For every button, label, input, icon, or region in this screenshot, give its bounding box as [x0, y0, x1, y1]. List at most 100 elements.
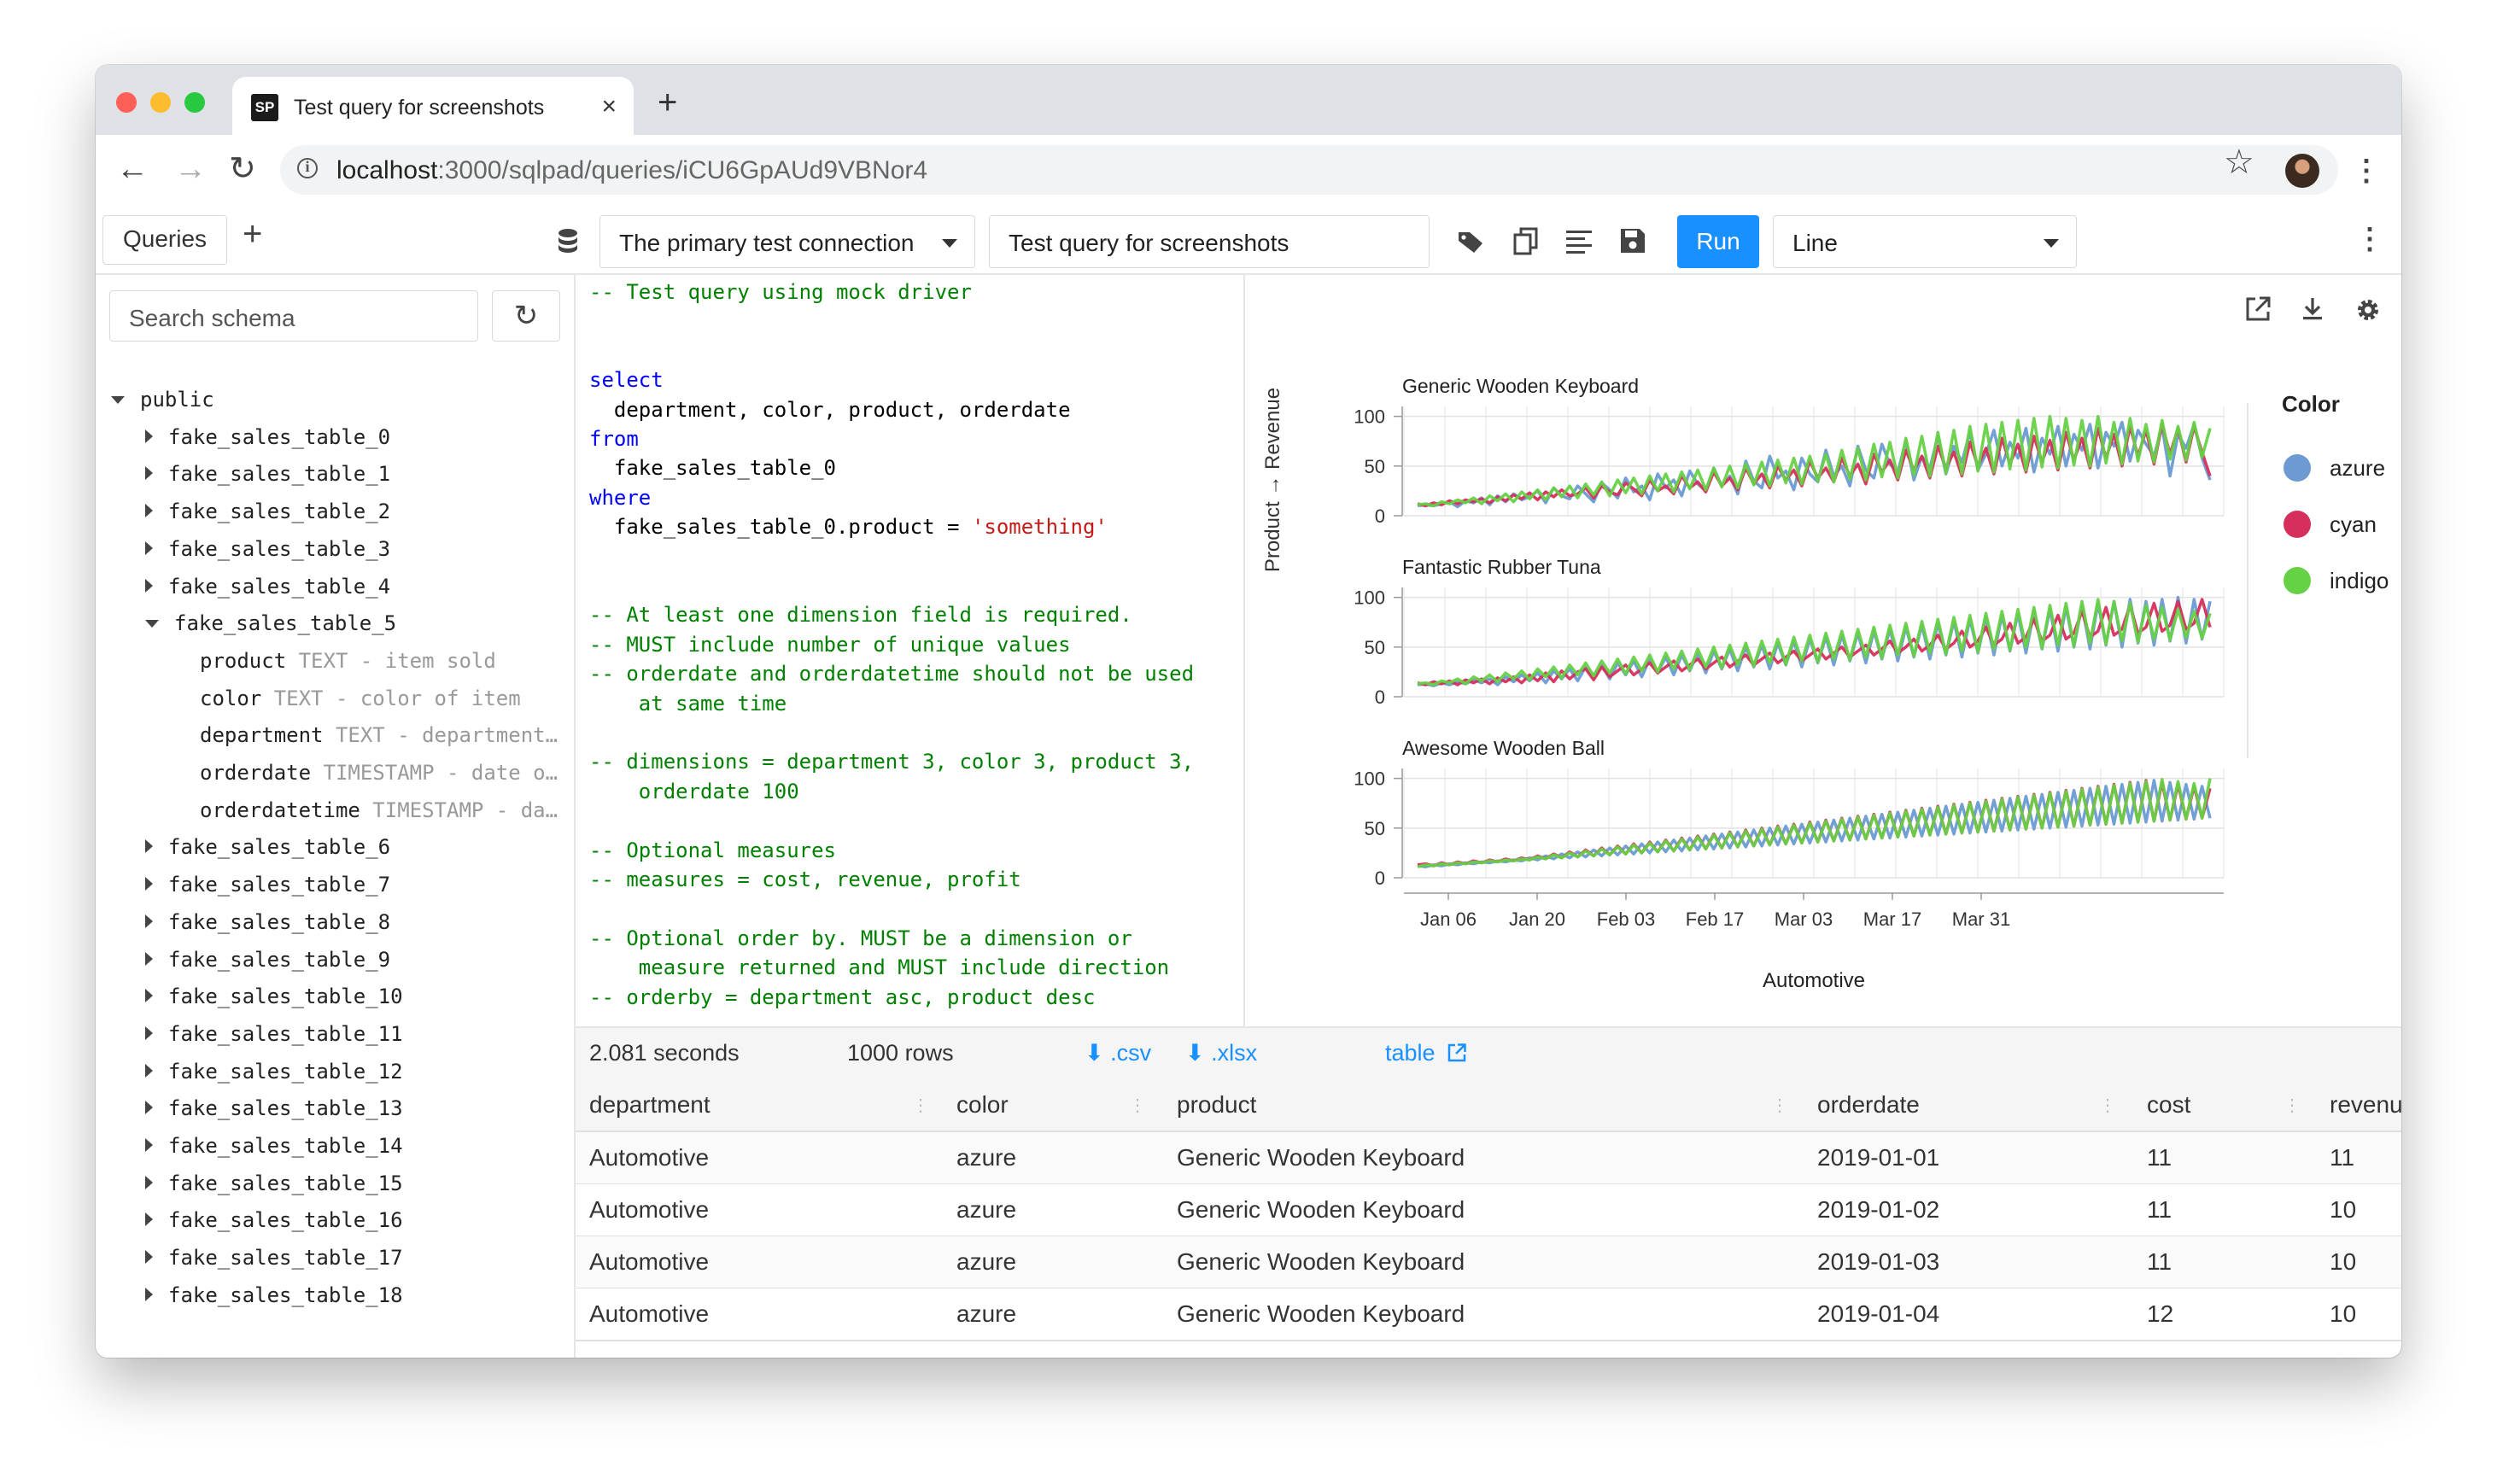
- caret-right-icon[interactable]: [145, 504, 153, 517]
- schema-table-item[interactable]: fake_sales_table_13: [145, 1096, 403, 1131]
- schema-table-item[interactable]: fake_sales_table_6: [145, 835, 390, 869]
- schema-table-item[interactable]: fake_sales_table_2: [145, 500, 390, 534]
- caret-right-icon[interactable]: [145, 1250, 153, 1264]
- schema-table-item[interactable]: fake_sales_table_7: [145, 873, 390, 907]
- chart-type-select[interactable]: Line: [1773, 215, 2077, 268]
- caret-right-icon[interactable]: [145, 952, 153, 966]
- back-arrow-icon[interactable]: ←: [116, 152, 149, 186]
- app-menu-icon[interactable]: ⋮: [2355, 222, 2384, 256]
- legend-label-cyan: cyan: [2330, 511, 2377, 537]
- browser-menu-icon[interactable]: ⋮: [2352, 154, 2381, 188]
- column-resize-handle[interactable]: ⋮: [2284, 1095, 2301, 1116]
- faceted-line-chart[interactable]: Product → Revenue Generic Wooden Keyboard…: [1245, 275, 2401, 1026]
- table-row[interactable]: Automotive azure Generic Wooden Keyboard 20…: [576, 1288, 2401, 1341]
- bookmark-star-icon[interactable]: ☆: [2224, 137, 2254, 188]
- close-window-button[interactable]: [116, 92, 137, 113]
- column-header-revenue[interactable]: revenue: [2330, 1091, 2401, 1119]
- column-resize-handle[interactable]: ⋮: [1771, 1095, 1788, 1116]
- caret-right-icon[interactable]: [145, 839, 153, 853]
- new-tab-plus-icon[interactable]: +: [658, 85, 677, 120]
- minimize-window-button[interactable]: [150, 92, 171, 113]
- open-table-link[interactable]: table: [1385, 1040, 1467, 1066]
- url-bar[interactable]: localhost:3000/sqlpad/queries/iCU6GpAUd9…: [280, 145, 2338, 195]
- clone-icon[interactable]: [1513, 227, 1539, 256]
- schema-table-item[interactable]: fake_sales_table_0: [145, 425, 390, 459]
- queries-button[interactable]: Queries: [102, 215, 227, 265]
- save-icon[interactable]: [1619, 227, 1646, 254]
- column-header-cost[interactable]: cost: [2147, 1091, 2190, 1119]
- refresh-schema-button[interactable]: ↻: [492, 290, 560, 342]
- schema-table-item[interactable]: fake_sales_table_4: [145, 575, 390, 609]
- caret-right-icon[interactable]: [145, 466, 153, 480]
- profile-avatar[interactable]: [2285, 154, 2319, 188]
- caret-right-icon[interactable]: [145, 1176, 153, 1189]
- caret-right-icon[interactable]: [145, 1064, 153, 1078]
- schema-column-item[interactable]: color TEXT - color of item: [200, 686, 521, 721]
- format-icon[interactable]: [1566, 229, 1594, 254]
- column-resize-handle[interactable]: ⋮: [1129, 1095, 1146, 1116]
- caret-right-icon[interactable]: [145, 1101, 153, 1114]
- schema-table-item[interactable]: fake_sales_table_15: [145, 1171, 403, 1206]
- column-header-product[interactable]: product: [1177, 1091, 1256, 1119]
- table-cell: 10: [2330, 1300, 2357, 1327]
- schema-search-input[interactable]: Search schema: [109, 290, 478, 342]
- schema-root-public[interactable]: public: [111, 388, 214, 422]
- caret-right-icon[interactable]: [145, 1138, 153, 1152]
- caret-right-icon[interactable]: [145, 989, 153, 1002]
- table-cell: azure: [956, 1144, 1017, 1171]
- caret-right-icon[interactable]: [145, 541, 153, 555]
- caret-right-icon[interactable]: [145, 914, 153, 928]
- schema-table-item[interactable]: fake_sales_table_14: [145, 1134, 403, 1168]
- schema-column-item[interactable]: department TEXT - department…: [200, 723, 558, 757]
- forward-arrow-icon[interactable]: →: [174, 152, 207, 186]
- caret-down-icon[interactable]: [111, 396, 125, 404]
- schema-table-item[interactable]: fake_sales_table_11: [145, 1022, 403, 1056]
- caret-right-icon[interactable]: [145, 579, 153, 593]
- tags-icon[interactable]: [1457, 229, 1486, 254]
- schema-column-item[interactable]: product TEXT - item sold: [200, 649, 496, 683]
- url-text[interactable]: localhost:3000/sqlpad/queries/iCU6GpAUd9…: [336, 156, 927, 185]
- schema-column-item[interactable]: orderdatetime TIMESTAMP - da…: [200, 798, 558, 833]
- schema-table-item[interactable]: fake_sales_table_16: [145, 1208, 403, 1242]
- facet-title: Awesome Wooden Ball: [1402, 737, 1605, 759]
- schema-table-item[interactable]: fake_sales_table_18: [145, 1283, 403, 1317]
- app-toolbar: Queries + The primary test connection Te…: [96, 205, 2401, 275]
- schema-column-item[interactable]: orderdate TIMESTAMP - date o…: [200, 761, 558, 795]
- schema-table-item-expanded[interactable]: fake_sales_table_5: [145, 611, 396, 646]
- table-row[interactable]: Automotive azure Generic Wooden Keyboard 20…: [576, 1184, 2401, 1237]
- schema-table-item[interactable]: fake_sales_table_9: [145, 948, 390, 982]
- column-header-orderdate[interactable]: orderdate: [1817, 1091, 1920, 1119]
- caret-right-icon[interactable]: [145, 877, 153, 891]
- schema-table-item[interactable]: fake_sales_table_1: [145, 462, 390, 496]
- code-text: fake_sales_table_0.product =: [589, 515, 972, 540]
- schema-table-item[interactable]: fake_sales_table_17: [145, 1246, 403, 1280]
- run-button[interactable]: Run: [1677, 215, 1759, 268]
- reload-icon[interactable]: ↻: [229, 152, 256, 186]
- caret-right-icon[interactable]: [145, 1026, 153, 1040]
- caret-right-icon[interactable]: [145, 1212, 153, 1226]
- zoom-window-button[interactable]: [184, 92, 205, 113]
- browser-tab[interactable]: SP Test query for screenshots ×: [232, 77, 634, 135]
- caret-down-icon[interactable]: [145, 620, 159, 628]
- query-name-input[interactable]: Test query for screenshots: [989, 215, 1430, 268]
- caret-right-icon[interactable]: [145, 1288, 153, 1301]
- caret-right-icon[interactable]: [145, 429, 153, 443]
- column-type: TEXT: [273, 686, 324, 710]
- table-row[interactable]: Automotive azure Generic Wooden Keyboard 20…: [576, 1132, 2401, 1185]
- schema-table-item[interactable]: fake_sales_table_12: [145, 1060, 403, 1094]
- schema-table-item[interactable]: fake_sales_table_10: [145, 984, 403, 1019]
- connection-select[interactable]: The primary test connection: [599, 215, 975, 268]
- download-xlsx-link[interactable]: ⬇ .xlsx: [1185, 1040, 1257, 1066]
- schema-table-item[interactable]: fake_sales_table_8: [145, 910, 390, 944]
- sql-editor[interactable]: -- Test query using mock driver select de…: [576, 275, 1245, 1067]
- column-resize-handle[interactable]: ⋮: [2099, 1095, 2116, 1116]
- column-header-department[interactable]: department: [589, 1091, 711, 1119]
- table-row[interactable]: Automotive azure Generic Wooden Keyboard 20…: [576, 1236, 2401, 1289]
- column-header-color[interactable]: color: [956, 1091, 1009, 1119]
- column-resize-handle[interactable]: ⋮: [912, 1095, 929, 1116]
- schema-table-item[interactable]: fake_sales_table_3: [145, 537, 390, 571]
- info-icon[interactable]: [297, 158, 318, 178]
- download-csv-link[interactable]: ⬇ .csv: [1085, 1040, 1151, 1066]
- new-query-plus-icon[interactable]: +: [243, 217, 262, 251]
- close-icon[interactable]: ×: [601, 94, 617, 120]
